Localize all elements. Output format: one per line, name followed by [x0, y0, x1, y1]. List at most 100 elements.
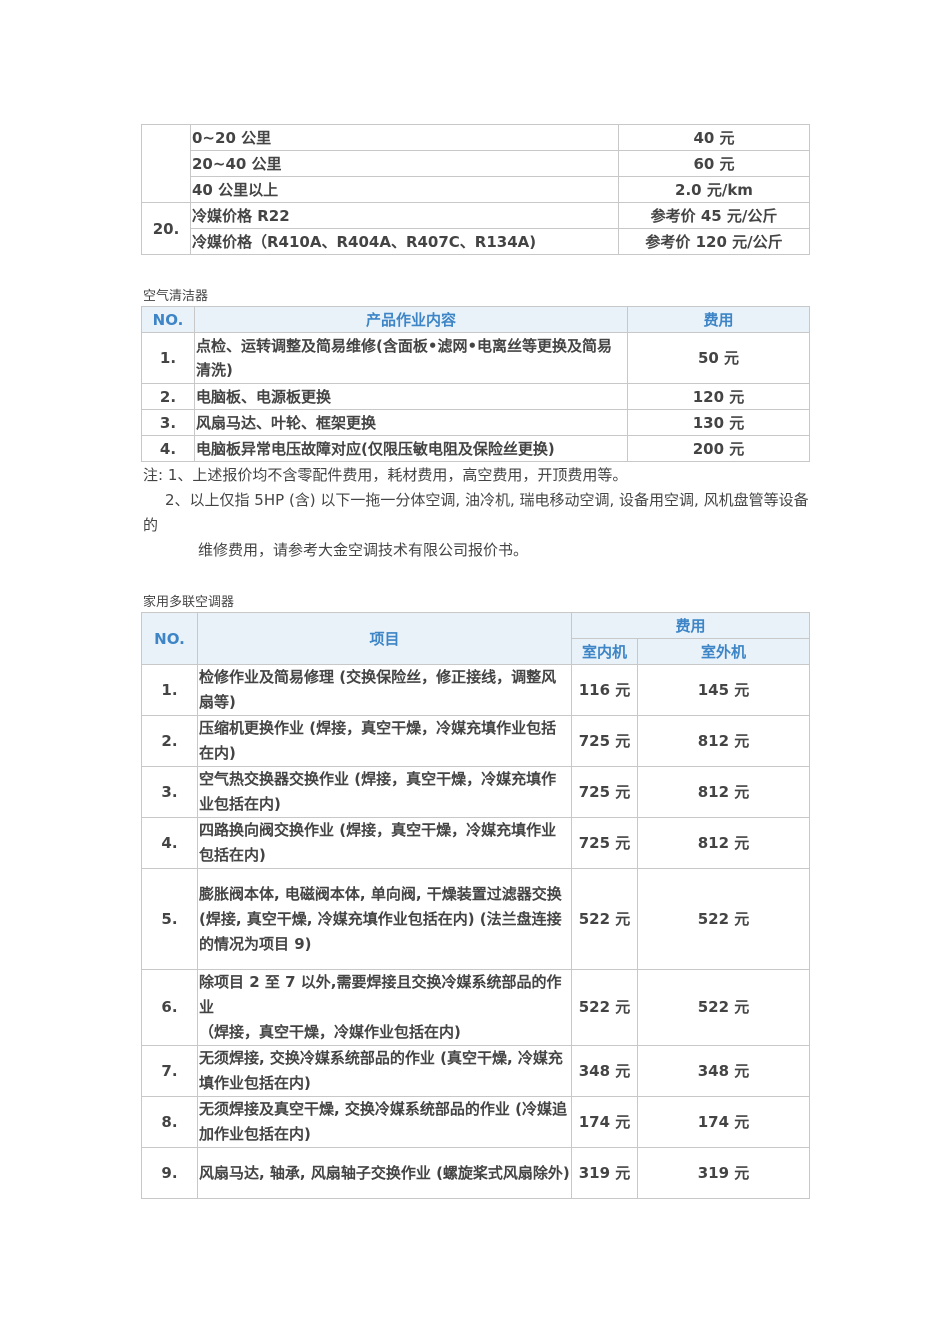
table-cell-outdoor: 348 元 [636, 1045, 811, 1097]
table-cell-no: 6. [141, 969, 198, 1046]
header-outdoor: 室外机 [636, 638, 811, 665]
table-row: 3. 空气热交换器交换作业 (焊接，真空干燥，冷媒充填作业包括在内) 725 元… [141, 766, 811, 818]
home-multi-ac-table: NO. 项目 费用 室内机 室外机 1. 检修作业及简易修理 (交换保险丝，修正… [141, 612, 811, 1199]
table-row: 5. 膨胀阀本体, 电磁阀本体, 单向阀, 干燥装置过滤器交换 (焊接, 真空干… [141, 868, 811, 970]
table-cell-no: 4. [141, 435, 195, 462]
table-row: 2. 电脑板、电源板更换 120 元 [141, 383, 810, 410]
table-row: 冷媒价格（R410A、R404A、R407C、R134A) 参考价 120 元/… [142, 228, 810, 255]
table-cell-content: 电脑板异常电压故障对应(仅限压敏电阻及保险丝更换) [194, 435, 628, 462]
table-cell-price: 2.0 元/km [618, 176, 810, 203]
table-cell-no [141, 124, 191, 203]
header-item: 项目 [197, 612, 572, 665]
header-content: 产品作业内容 [194, 306, 628, 333]
table-cell-indoor: 522 元 [571, 868, 638, 970]
note-line-1: 注: 1、上述报价均不含零配件费用，耗材费用，高空费用，开顶费用等。 [143, 466, 628, 484]
item-line: 除项目 2 至 7 以外,需要焊接且交换冷媒系统部品的作业 [199, 973, 562, 1016]
item-line: 膨胀阀本体, 电磁阀本体, 单向阀, 干燥装置过滤器交换 [199, 884, 562, 903]
table-row: 40 公里以上 2.0 元/km [142, 176, 810, 203]
note-line-3: 维修费用，请参考大金空调技术有限公司报价书。 [198, 541, 529, 559]
table-cell-item: 膨胀阀本体, 电磁阀本体, 单向阀, 干燥装置过滤器交换 (焊接, 真空干燥, … [197, 868, 572, 970]
header-indoor: 室内机 [571, 638, 638, 665]
table-cell-content: 点检、运转调整及简易维修(含面板•滤网•电离丝等更换及简易清洗) [194, 332, 628, 384]
section-caption-air-cleaner: 空气清洁器 [143, 289, 209, 304]
table-cell-no: 9. [141, 1147, 198, 1199]
header-fee: 费用 [570, 612, 811, 639]
table-cell-indoor: 319 元 [571, 1147, 638, 1199]
item-line: （焊接，真空干燥，冷媒作业包括在内) [199, 1023, 461, 1041]
table-cell-outdoor: 812 元 [636, 766, 811, 818]
item-line: (焊接, 真空干燥, 冷媒充填作业包括在内) (法兰盘连接的情况为项目 9) [199, 909, 562, 953]
table-cell-item: 除项目 2 至 7 以外,需要焊接且交换冷媒系统部品的作业 （焊接，真空干燥，冷… [197, 969, 572, 1046]
table-cell-fee: 130 元 [627, 409, 810, 436]
table-cell-outdoor: 522 元 [636, 868, 811, 970]
table-header-row: NO. 项目 费用 [141, 612, 811, 665]
table-cell-fee: 200 元 [627, 435, 810, 462]
header-fee: 费用 [627, 306, 810, 333]
table-cell-item: 0~20 公里 [190, 124, 619, 151]
table-cell-no: 8. [141, 1096, 198, 1148]
table-cell-outdoor: 145 元 [636, 664, 811, 716]
table-cell-item: 检修作业及简易修理 (交换保险丝，修正接线，调整风扇等) [197, 664, 572, 716]
table-row: 0~20 公里 40 元 [141, 124, 810, 203]
table-cell-no: 3. [141, 409, 195, 436]
table-header-row: NO. 产品作业内容 费用 [141, 306, 810, 333]
section-caption-home-multi-ac: 家用多联空调器 [143, 595, 235, 610]
table-cell-no: 20. [141, 202, 191, 255]
table-cell-item: 无须焊接, 交换冷媒系统部品的作业 (真空干燥, 冷媒充填作业包括在内) [197, 1045, 572, 1097]
header-no: NO. [141, 306, 195, 333]
table-cell-fee: 120 元 [627, 383, 810, 410]
table-cell-outdoor: 522 元 [636, 969, 811, 1046]
table-cell-no: 1. [141, 664, 198, 716]
table-cell-no: 3. [141, 766, 198, 818]
table-cell-price: 60 元 [618, 150, 810, 177]
table-row: 8. 无须焊接及真空干燥, 交换冷媒系统部品的作业 (冷媒追加作业包括在内) 1… [141, 1096, 811, 1148]
table-cell-item: 空气热交换器交换作业 (焊接，真空干燥，冷媒充填作业包括在内) [197, 766, 572, 818]
table-cell-content: 风扇马达、叶轮、框架更换 [194, 409, 628, 436]
table-cell-no: 4. [141, 817, 198, 869]
table-cell-outdoor: 812 元 [636, 715, 811, 767]
table-cell-price: 参考价 120 元/公斤 [618, 228, 810, 255]
table-row: 4. 电脑板异常电压故障对应(仅限压敏电阻及保险丝更换) 200 元 [141, 435, 810, 462]
table-cell-no: 2. [141, 383, 195, 410]
table-row: 1. 检修作业及简易修理 (交换保险丝，修正接线，调整风扇等) 116 元 14… [141, 664, 811, 716]
table-cell-indoor: 116 元 [571, 664, 638, 716]
distance-refrigerant-table: 0~20 公里 40 元 20~40 公里 60 元 40 公里以上 2.0 元… [141, 124, 810, 255]
table-row: 1. 点检、运转调整及简易维修(含面板•滤网•电离丝等更换及简易清洗) 50 元 [141, 332, 810, 384]
table-cell-item: 四路换向阀交换作业 (焊接，真空干燥，冷媒充填作业包括在内) [197, 817, 572, 869]
table-cell-price: 参考价 45 元/公斤 [618, 202, 810, 229]
table-cell-item: 40 公里以上 [190, 176, 619, 203]
table-cell-indoor: 522 元 [571, 969, 638, 1046]
table-cell-indoor: 725 元 [571, 766, 638, 818]
table-cell-item: 压缩机更换作业 (焊接，真空干燥，冷媒充填作业包括在内) [197, 715, 572, 767]
table-cell-outdoor: 319 元 [636, 1147, 811, 1199]
air-cleaner-table: NO. 产品作业内容 费用 1. 点检、运转调整及简易维修(含面板•滤网•电离丝… [141, 306, 810, 462]
table-cell-price: 40 元 [618, 124, 810, 151]
table-cell-item: 20~40 公里 [190, 150, 619, 177]
table-cell-item: 冷媒价格 R22 [190, 202, 619, 229]
table-cell-item: 冷媒价格（R410A、R404A、R407C、R134A) [190, 228, 619, 255]
table-row: 7. 无须焊接, 交换冷媒系统部品的作业 (真空干燥, 冷媒充填作业包括在内) … [141, 1045, 811, 1097]
table-cell-no: 7. [141, 1045, 198, 1097]
table-row: 20~40 公里 60 元 [142, 150, 810, 177]
table-cell-indoor: 725 元 [571, 817, 638, 869]
table-row: 9. 风扇马达, 轴承, 风扇轴子交换作业 (螺旋桨式风扇除外) 319 元 3… [141, 1147, 811, 1199]
table-row: 4. 四路换向阀交换作业 (焊接，真空干燥，冷媒充填作业包括在内) 725 元 … [141, 817, 811, 869]
table-cell-outdoor: 812 元 [636, 817, 811, 869]
table-row: 6. 除项目 2 至 7 以外,需要焊接且交换冷媒系统部品的作业 （焊接，真空干… [141, 969, 811, 1046]
table-cell-no: 1. [141, 332, 195, 384]
table-cell-fee: 50 元 [627, 332, 810, 384]
table-cell-content: 电脑板、电源板更换 [194, 383, 628, 410]
table-row: 2. 压缩机更换作业 (焊接，真空干燥，冷媒充填作业包括在内) 725 元 81… [141, 715, 811, 767]
table-cell-no: 5. [141, 868, 198, 970]
table-cell-item: 无须焊接及真空干燥, 交换冷媒系统部品的作业 (冷媒追加作业包括在内) [197, 1096, 572, 1148]
header-no: NO. [141, 612, 198, 665]
table-row: 3. 风扇马达、叶轮、框架更换 130 元 [141, 409, 810, 436]
table-cell-no: 2. [141, 715, 198, 767]
table-row: 20. 冷媒价格 R22 参考价 45 元/公斤 [141, 202, 810, 255]
table-cell-item: 风扇马达, 轴承, 风扇轴子交换作业 (螺旋桨式风扇除外) [197, 1147, 572, 1199]
note-line-2: 2、以上仅指 5HP (含) 以下一拖一分体空调, 油冷机, 瑞电移动空调, 设… [143, 491, 809, 534]
table-cell-indoor: 725 元 [571, 715, 638, 767]
table-cell-indoor: 174 元 [571, 1096, 638, 1148]
table-cell-outdoor: 174 元 [636, 1096, 811, 1148]
table-cell-indoor: 348 元 [571, 1045, 638, 1097]
